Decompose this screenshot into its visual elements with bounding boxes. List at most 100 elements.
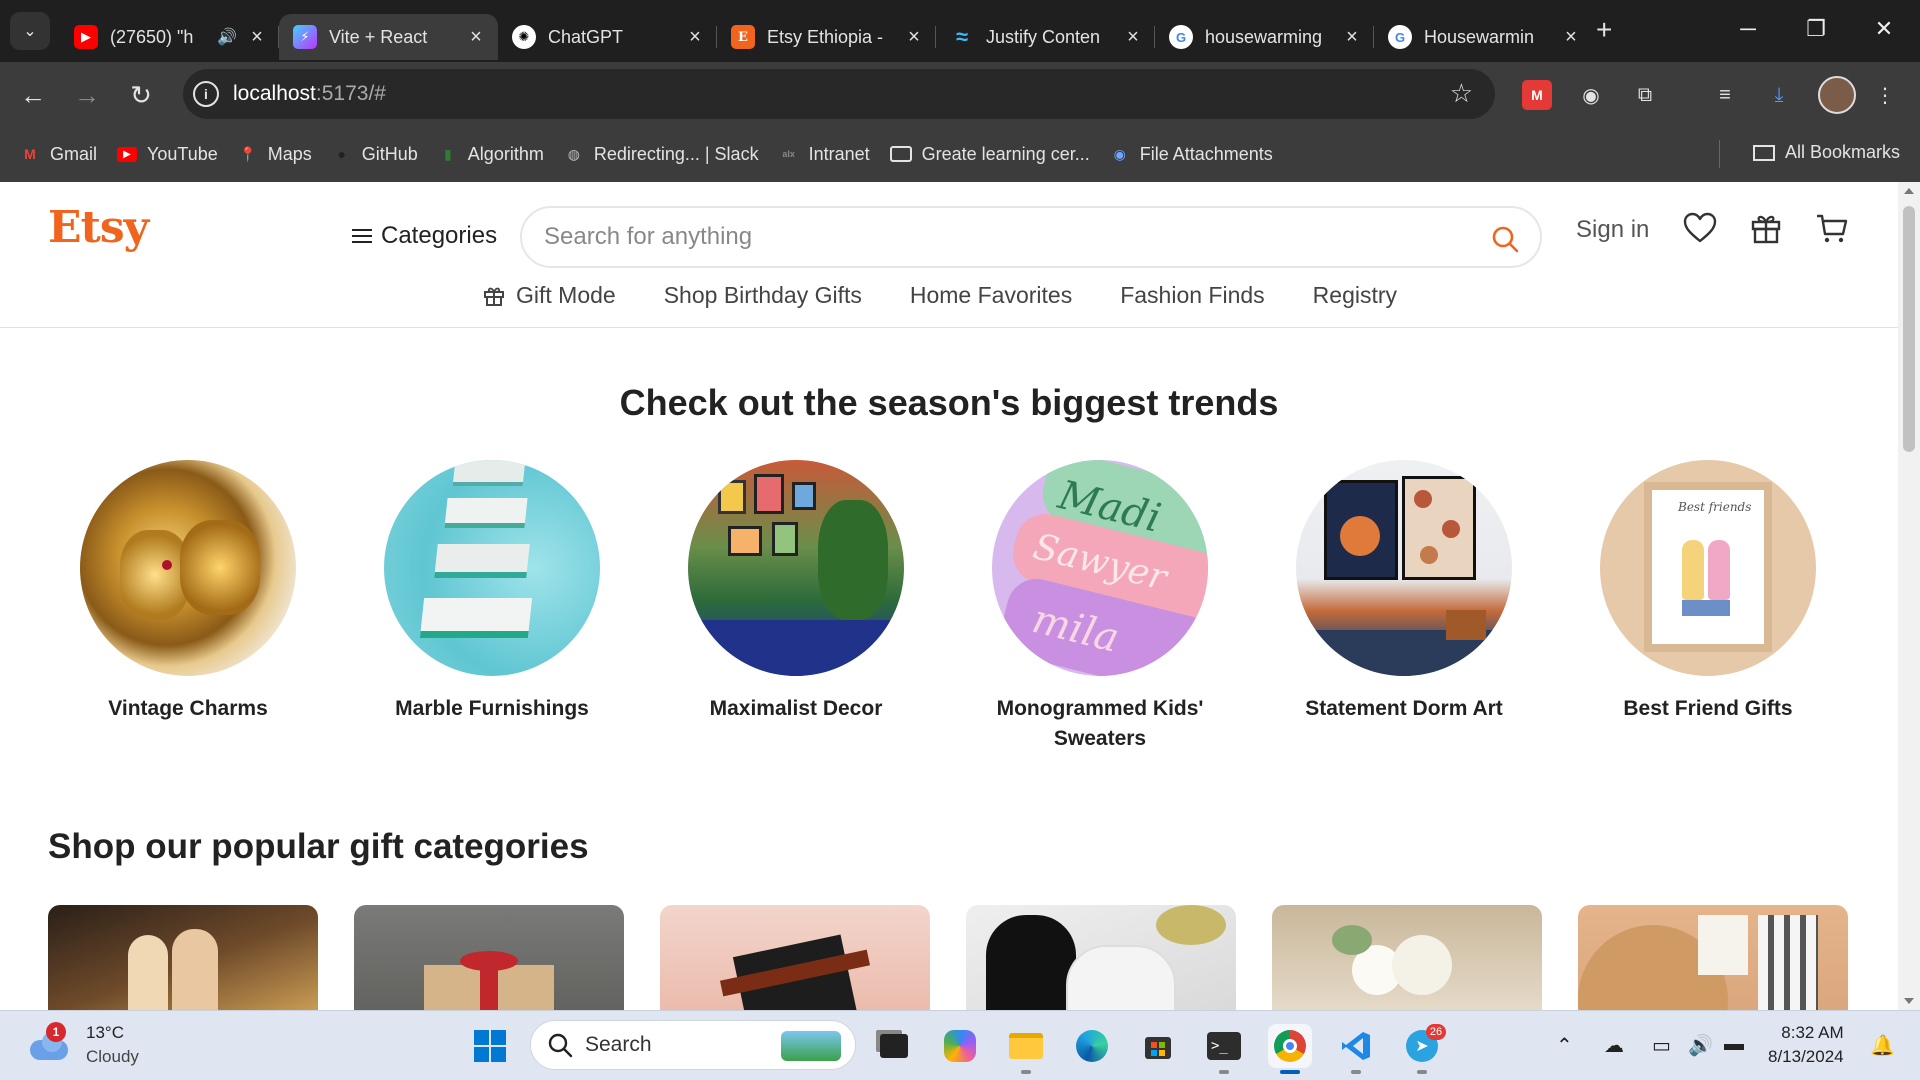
taskbar-search[interactable]: Search <box>530 1020 856 1070</box>
bookmark-great-learning[interactable]: Greate learning cer... <box>889 144 1090 165</box>
edge-icon[interactable] <box>1070 1024 1114 1068</box>
system-clock[interactable]: 8:32 AM 8/13/2024 <box>1768 1021 1844 1069</box>
tab-title: (27650) "h <box>110 26 194 47</box>
categories-button[interactable]: Categories <box>352 222 497 250</box>
trend-image <box>688 460 904 676</box>
windows-start-icon[interactable] <box>468 1024 512 1068</box>
close-icon[interactable]: × <box>904 26 924 49</box>
url-text[interactable]: localhost:5173/# <box>233 82 386 106</box>
chevron-up-icon[interactable]: ⌃ <box>1556 1033 1573 1058</box>
battery-icon[interactable]: ▬ <box>1724 1033 1744 1056</box>
profile-avatar[interactable] <box>1818 76 1856 114</box>
bookmark-star-icon[interactable]: ☆ <box>1450 78 1473 109</box>
gift-card-wrapped-present[interactable] <box>660 905 930 1010</box>
tab-chatgpt[interactable]: ✺ ChatGPT × <box>498 14 717 60</box>
tab-title: Justify Conten <box>986 26 1101 47</box>
close-icon[interactable]: × <box>466 26 486 49</box>
scroll-down-icon[interactable] <box>1904 998 1914 1004</box>
close-icon[interactable]: × <box>1561 26 1581 49</box>
nav-fashion-finds[interactable]: Fashion Finds <box>1120 282 1264 309</box>
vscode-icon[interactable] <box>1334 1024 1378 1074</box>
nav-gift-mode[interactable]: Gift Mode <box>482 282 616 309</box>
trend-label: Best Friend Gifts <box>1623 697 1793 720</box>
tab-etsy-ethiopia[interactable]: E Etsy Ethiopia - × <box>717 14 936 60</box>
task-view-icon[interactable] <box>872 1024 916 1068</box>
onedrive-icon[interactable]: ☁ <box>1604 1033 1624 1058</box>
gift-card-housewarming-board[interactable] <box>1578 905 1848 1010</box>
gift-card-gift-box[interactable] <box>354 905 624 1010</box>
back-icon[interactable]: ← <box>16 78 50 112</box>
hamburger-icon <box>352 225 372 247</box>
reload-icon[interactable]: ↻ <box>124 78 158 112</box>
copilot-icon[interactable] <box>938 1024 982 1068</box>
file-explorer-icon[interactable] <box>1004 1024 1048 1074</box>
menu-kebab-icon[interactable]: ⋮ <box>1870 80 1900 110</box>
page-scrollbar[interactable] <box>1898 182 1920 1010</box>
display-icon[interactable]: ▭ <box>1652 1033 1671 1058</box>
tab-search-chevron-icon[interactable]: ⌄ <box>10 12 50 50</box>
search-icon[interactable] <box>1490 224 1520 254</box>
bookmark-file-attachments[interactable]: ◉ File Attachments <box>1110 144 1273 165</box>
media-playlist-icon[interactable]: ≡ <box>1710 80 1740 110</box>
weather-widget[interactable]: 1 13°C Cloudy <box>28 1021 139 1069</box>
forward-icon[interactable]: → <box>70 78 104 112</box>
extension-glasses-icon[interactable]: ◉ <box>1576 80 1606 110</box>
close-icon[interactable]: × <box>1342 26 1362 49</box>
gift-icon[interactable] <box>1748 210 1784 246</box>
download-icon[interactable]: ⤓ <box>1764 80 1794 110</box>
sign-in-link[interactable]: Sign in <box>1576 216 1649 244</box>
bookmarks-bar: M Gmail ▶ YouTube 📍 Maps ● GitHub ▮ Algorithm… <box>0 126 1920 182</box>
terminal-icon[interactable]: >_ <box>1202 1024 1246 1074</box>
notification-bell-icon[interactable]: 🔔 <box>1870 1033 1895 1058</box>
chrome-icon[interactable] <box>1268 1024 1312 1074</box>
address-bar[interactable]: i localhost:5173/# ☆ <box>183 69 1495 119</box>
etsy-logo[interactable]: Etsy <box>48 202 149 253</box>
gift-card-photo-gifts[interactable] <box>48 905 318 1010</box>
trend-maximalist-decor[interactable]: Maximalist Decor <box>666 460 926 724</box>
trend-image <box>1296 460 1512 676</box>
gift-card-flowers[interactable] <box>1272 905 1542 1010</box>
bookmark-slack[interactable]: ◍ Redirecting... | Slack <box>564 144 759 165</box>
new-tab-button[interactable]: + <box>1596 14 1612 46</box>
nav-shop-birthday-gifts[interactable]: Shop Birthday Gifts <box>664 282 862 309</box>
trend-statement-dorm-art[interactable]: Statement Dorm Art <box>1274 460 1534 724</box>
tab-youtube[interactable]: ▶ (27650) "h 🔊 × <box>60 14 279 60</box>
scroll-up-icon[interactable] <box>1904 188 1914 194</box>
tab-google-housewarming-1[interactable]: G housewarming × <box>1155 14 1374 60</box>
tailwind-icon: ≈ <box>955 24 969 49</box>
restore-icon[interactable]: ❐ <box>1782 0 1850 58</box>
speaker-icon[interactable]: 🔊 <box>217 27 237 47</box>
minimize-icon[interactable]: ─ <box>1714 0 1782 58</box>
trend-best-friend-gifts[interactable]: Best friends Best Friend Gifts <box>1578 460 1838 724</box>
tab-tailwind[interactable]: ≈ Justify Conten × <box>936 14 1155 60</box>
volume-icon[interactable]: 🔊 <box>1688 1033 1713 1058</box>
telegram-icon[interactable]: ➤ 26 <box>1400 1024 1446 1074</box>
tab-google-housewarming-2[interactable]: G Housewarmin × <box>1374 14 1593 60</box>
extension-m-icon[interactable]: M <box>1522 80 1552 110</box>
close-icon[interactable]: × <box>685 26 705 49</box>
bookmark-github[interactable]: ● GitHub <box>332 144 418 165</box>
close-window-icon[interactable]: ✕ <box>1850 0 1918 58</box>
bookmark-gmail[interactable]: M Gmail <box>20 144 97 165</box>
bookmark-maps[interactable]: 📍 Maps <box>238 144 312 165</box>
nav-home-favorites[interactable]: Home Favorites <box>910 282 1072 309</box>
nav-registry[interactable]: Registry <box>1313 282 1397 309</box>
close-icon[interactable]: × <box>247 26 267 49</box>
site-info-icon[interactable]: i <box>193 81 219 107</box>
scroll-thumb[interactable] <box>1903 206 1915 452</box>
tab-vite-react[interactable]: ⚡ Vite + React × <box>279 14 498 60</box>
close-icon[interactable]: × <box>1123 26 1143 49</box>
search-input[interactable] <box>544 223 1444 251</box>
bookmark-algorithm[interactable]: ▮ Algorithm <box>438 144 544 165</box>
microsoft-store-icon[interactable] <box>1136 1024 1180 1068</box>
trend-monogrammed-sweaters[interactable]: Madi Sawyer mila Monogrammed Kids' Sweat… <box>970 460 1230 754</box>
heart-icon[interactable] <box>1682 210 1718 246</box>
bookmark-youtube[interactable]: ▶ YouTube <box>117 144 218 165</box>
all-bookmarks[interactable]: All Bookmarks <box>1752 142 1900 163</box>
extensions-puzzle-icon[interactable]: ⧉ <box>1630 80 1660 110</box>
bookmark-intranet[interactable]: alx Intranet <box>779 144 869 165</box>
cart-icon[interactable] <box>1814 210 1850 246</box>
trend-vintage-charms[interactable]: Vintage Charms <box>58 460 318 724</box>
trend-marble-furnishings[interactable]: Marble Furnishings <box>362 460 622 724</box>
gift-card-tumblers[interactable] <box>966 905 1236 1010</box>
